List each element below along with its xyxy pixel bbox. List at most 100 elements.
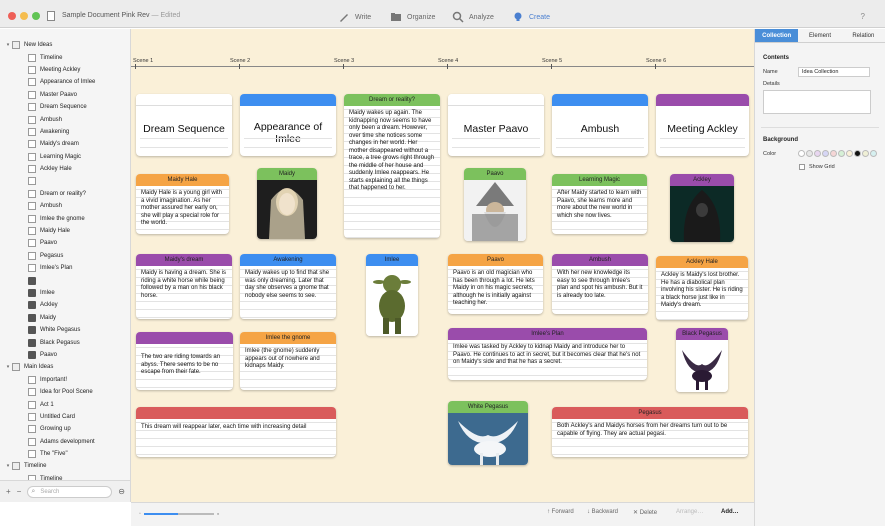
- card-imlee-image[interactable]: Imlee: [366, 254, 418, 336]
- sidebar-item[interactable]: Idea for Pool Scene: [0, 386, 130, 398]
- sidebar-item[interactable]: Black Pegasus: [0, 336, 130, 348]
- sidebar-item[interactable]: Imlee: [0, 287, 130, 299]
- card-ambush[interactable]: Ambush: [552, 94, 648, 156]
- color-swatch[interactable]: [822, 150, 829, 157]
- card-white-pegasus-image[interactable]: White Pegasus: [448, 401, 528, 465]
- delete-button[interactable]: ✕ Delete: [633, 509, 657, 516]
- sidebar-item[interactable]: Act 1: [0, 398, 130, 410]
- search-input[interactable]: Search: [27, 485, 113, 498]
- color-swatch[interactable]: [870, 150, 877, 157]
- sidebar-item[interactable]: [0, 274, 130, 286]
- color-swatch[interactable]: [846, 150, 853, 157]
- card-imlees-plan[interactable]: Imlee's Plan Imlee was tasked by Ackley …: [448, 328, 647, 380]
- sidebar-item[interactable]: Pegasus: [0, 250, 130, 262]
- create-tool[interactable]: Create: [512, 10, 550, 24]
- disclosure-triangle-icon[interactable]: ▾: [4, 364, 12, 370]
- zoom-window-button[interactable]: [32, 12, 40, 20]
- add-button[interactable]: +: [6, 487, 11, 496]
- card-pegasus[interactable]: Pegasus Both Ackley's and Maidys horses …: [552, 407, 748, 457]
- help-button[interactable]: ?: [861, 12, 865, 21]
- sidebar-item[interactable]: Growing up: [0, 423, 130, 435]
- sidebar-item[interactable]: Ackley Hale: [0, 163, 130, 175]
- sidebar-item[interactable]: White Pegasus: [0, 324, 130, 336]
- card-paavo[interactable]: Paavo Paavo is an old magician who has b…: [448, 254, 543, 314]
- sidebar-item[interactable]: Adams development: [0, 436, 130, 448]
- canvas[interactable]: Scene 1 Scene 2 Scene 3 Scene 4 Scene 5 …: [131, 29, 754, 502]
- card-maidys-dream[interactable]: Maidy's dream Maidy is having a dream. S…: [136, 254, 232, 319]
- card-black-pegasus-image[interactable]: Black Pegasus: [676, 328, 728, 392]
- sidebar-item[interactable]: Ackley: [0, 299, 130, 311]
- filter-icon[interactable]: ⊖: [118, 487, 125, 496]
- card-paavo-image[interactable]: Paavo: [464, 168, 526, 241]
- card-header: White Pegasus: [448, 401, 528, 413]
- sidebar-group-timeline[interactable]: ▾ Timeline: [0, 460, 130, 472]
- arrange-button[interactable]: Arrange…: [676, 509, 703, 515]
- sidebar-item[interactable]: Imlee's Plan: [0, 262, 130, 274]
- card-appearance-of-imlee[interactable]: Appearance of Imlee: [240, 94, 336, 156]
- card-maidy-image[interactable]: Maidy: [257, 168, 317, 239]
- sidebar-group-new-ideas[interactable]: ▾ New Ideas: [0, 39, 130, 51]
- sidebar-item[interactable]: Imlee the gnome: [0, 212, 130, 224]
- card-ackley-image[interactable]: Ackley: [670, 174, 734, 242]
- card-learning-magic[interactable]: Learning Magic After Maidy started to le…: [552, 174, 647, 234]
- card-awakening[interactable]: Awakening Maidy wakes up to find that sh…: [240, 254, 336, 319]
- sidebar-item[interactable]: Master Paavo: [0, 89, 130, 101]
- analyze-tool[interactable]: Analyze: [452, 10, 494, 24]
- organize-tool[interactable]: Organize: [390, 10, 435, 24]
- tab-element[interactable]: Element: [798, 29, 841, 42]
- show-grid-checkbox[interactable]: [799, 164, 805, 170]
- card-maidy-hale[interactable]: Maidy Hale Maidy Hale is a young girl wi…: [136, 174, 229, 234]
- zoom-slider[interactable]: ▫ ▫: [139, 511, 223, 518]
- sidebar-item[interactable]: Appearance of Imlee: [0, 76, 130, 88]
- card-ackley-hale[interactable]: Ackley Hale Ackley is Maidy's lost broth…: [656, 256, 748, 320]
- sidebar-item[interactable]: Timeline: [0, 51, 130, 63]
- card-master-paavo[interactable]: Master Paavo: [448, 94, 544, 156]
- forward-button[interactable]: ↑ Forward: [547, 509, 574, 515]
- remove-button[interactable]: −: [17, 487, 22, 496]
- sidebar-item[interactable]: Maidy Hale: [0, 225, 130, 237]
- sidebar-item[interactable]: Maidy's dream: [0, 138, 130, 150]
- tab-collection[interactable]: Collection: [755, 29, 799, 42]
- backward-button[interactable]: ↓ Backward: [587, 509, 618, 515]
- card-meeting-ackley[interactable]: Meeting Ackley: [656, 94, 749, 156]
- sidebar-item[interactable]: Dream Sequence: [0, 101, 130, 113]
- color-swatch[interactable]: [862, 150, 869, 157]
- color-swatch[interactable]: [854, 150, 861, 157]
- card-abyss[interactable]: The two are riding towards an abyss. The…: [136, 332, 233, 390]
- color-swatch[interactable]: [838, 150, 845, 157]
- sidebar-item[interactable]: Awakening: [0, 126, 130, 138]
- sidebar-item[interactable]: [0, 175, 130, 187]
- color-swatch[interactable]: [830, 150, 837, 157]
- sidebar-item[interactable]: Learning Magic: [0, 151, 130, 163]
- color-swatch[interactable]: [798, 150, 805, 157]
- sidebar-item[interactable]: Maidy: [0, 312, 130, 324]
- add-menu-button[interactable]: Add…: [721, 509, 739, 515]
- card-dream-reappear[interactable]: This dream will reappear later, each tim…: [136, 407, 336, 457]
- sidebar-group-main-ideas[interactable]: ▾ Main Ideas: [0, 361, 130, 373]
- details-field[interactable]: [763, 90, 871, 114]
- card-imlee-the-gnome[interactable]: Imlee the gnome Imlee (the gnome) sudden…: [240, 332, 336, 390]
- color-swatch[interactable]: [814, 150, 821, 157]
- name-field[interactable]: Idea Collection: [798, 67, 870, 77]
- sidebar-item[interactable]: Paavo: [0, 349, 130, 361]
- write-tool[interactable]: Write: [338, 10, 371, 24]
- sidebar-item[interactable]: Ambush: [0, 113, 130, 125]
- disclosure-triangle-icon[interactable]: ▾: [4, 463, 12, 469]
- sidebar-item[interactable]: Ambush: [0, 200, 130, 212]
- minimize-window-button[interactable]: [20, 12, 28, 20]
- close-window-button[interactable]: [8, 12, 16, 20]
- sidebar-item[interactable]: Meeting Ackley: [0, 64, 130, 76]
- sidebar-item-label: Maidy: [40, 314, 57, 321]
- card-dream-or-reality[interactable]: Dream or reality? Maidy wakes up again. …: [344, 94, 440, 238]
- card-icon: [28, 65, 36, 74]
- card-dream-sequence[interactable]: Dream Sequence: [136, 94, 232, 156]
- sidebar-item[interactable]: Important!: [0, 374, 130, 386]
- disclosure-triangle-icon[interactable]: ▾: [4, 42, 12, 48]
- card-ambush-detail[interactable]: Ambush With her new knowledge its easy t…: [552, 254, 648, 314]
- sidebar-item[interactable]: Dream or reality?: [0, 188, 130, 200]
- sidebar-item[interactable]: The "Five": [0, 448, 130, 460]
- color-swatch[interactable]: [806, 150, 813, 157]
- sidebar-item[interactable]: Paavo: [0, 237, 130, 249]
- tab-relation[interactable]: Relation: [842, 29, 885, 42]
- sidebar-item[interactable]: Untitled Card: [0, 411, 130, 423]
